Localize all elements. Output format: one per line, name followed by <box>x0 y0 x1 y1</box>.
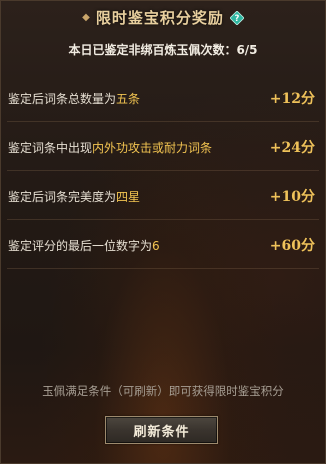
title-deco-left: ◆ <box>82 12 90 23</box>
condition-prefix: 鉴定评分的最后一位数字为 <box>8 238 153 253</box>
panel-header: ◆ 限时鉴宝积分奖励 ? <box>1 1 325 35</box>
condition-list: 鉴定后词条总数量为五条 +12分 鉴定词条中出现内外功攻击或耐力词条 +24分 … <box>7 75 319 271</box>
condition-highlight: 五条 <box>116 91 141 106</box>
question-diamond-icon[interactable]: ? <box>229 10 244 25</box>
condition-row: 鉴定后词条完美度为四星 +10分 <box>7 173 319 220</box>
condition-score: +12分 <box>269 91 315 107</box>
condition-highlight: 四星 <box>116 189 141 204</box>
refresh-conditions-button[interactable]: 刷新条件 <box>105 416 218 444</box>
condition-text: 鉴定评分的最后一位数字为6 <box>8 237 160 254</box>
title-row: ◆ 限时鉴宝积分奖励 ? <box>1 7 325 28</box>
condition-row: 鉴定后词条总数量为五条 +12分 <box>7 75 319 122</box>
condition-score: +24分 <box>269 140 315 156</box>
condition-score: +10分 <box>269 189 315 205</box>
condition-prefix: 鉴定后词条总数量为 <box>8 91 117 106</box>
svg-text:?: ? <box>234 14 239 24</box>
condition-text: 鉴定词条中出现内外功攻击或耐力词条 <box>8 139 212 156</box>
condition-prefix: 鉴定词条中出现 <box>8 140 93 155</box>
panel-title: 限时鉴宝积分奖励 <box>95 9 224 27</box>
condition-row: 鉴定评分的最后一位数字为6 +60分 <box>7 222 319 269</box>
reward-panel: ◆ 限时鉴宝积分奖励 ? 本日已鉴定非绑百炼玉佩次数：6/5 鉴定后词条总数量为… <box>0 0 326 464</box>
condition-highlight: 6 <box>152 238 160 253</box>
condition-row: 鉴定词条中出现内外功攻击或耐力词条 +24分 <box>7 124 319 171</box>
condition-text: 鉴定后词条总数量为五条 <box>8 90 140 107</box>
condition-text: 鉴定后词条完美度为四星 <box>8 188 140 205</box>
identify-count-text: 本日已鉴定非绑百炼玉佩次数：6/5 <box>68 43 258 57</box>
refresh-button-label: 刷新条件 <box>133 424 190 440</box>
footer-note: 玉佩满足条件（可刷新）即可获得限时鉴宝积分 <box>42 384 284 398</box>
condition-prefix: 鉴定后词条完美度为 <box>8 189 117 204</box>
condition-score: +60分 <box>269 238 315 254</box>
condition-highlight: 内外功攻击或耐力词条 <box>92 140 213 155</box>
